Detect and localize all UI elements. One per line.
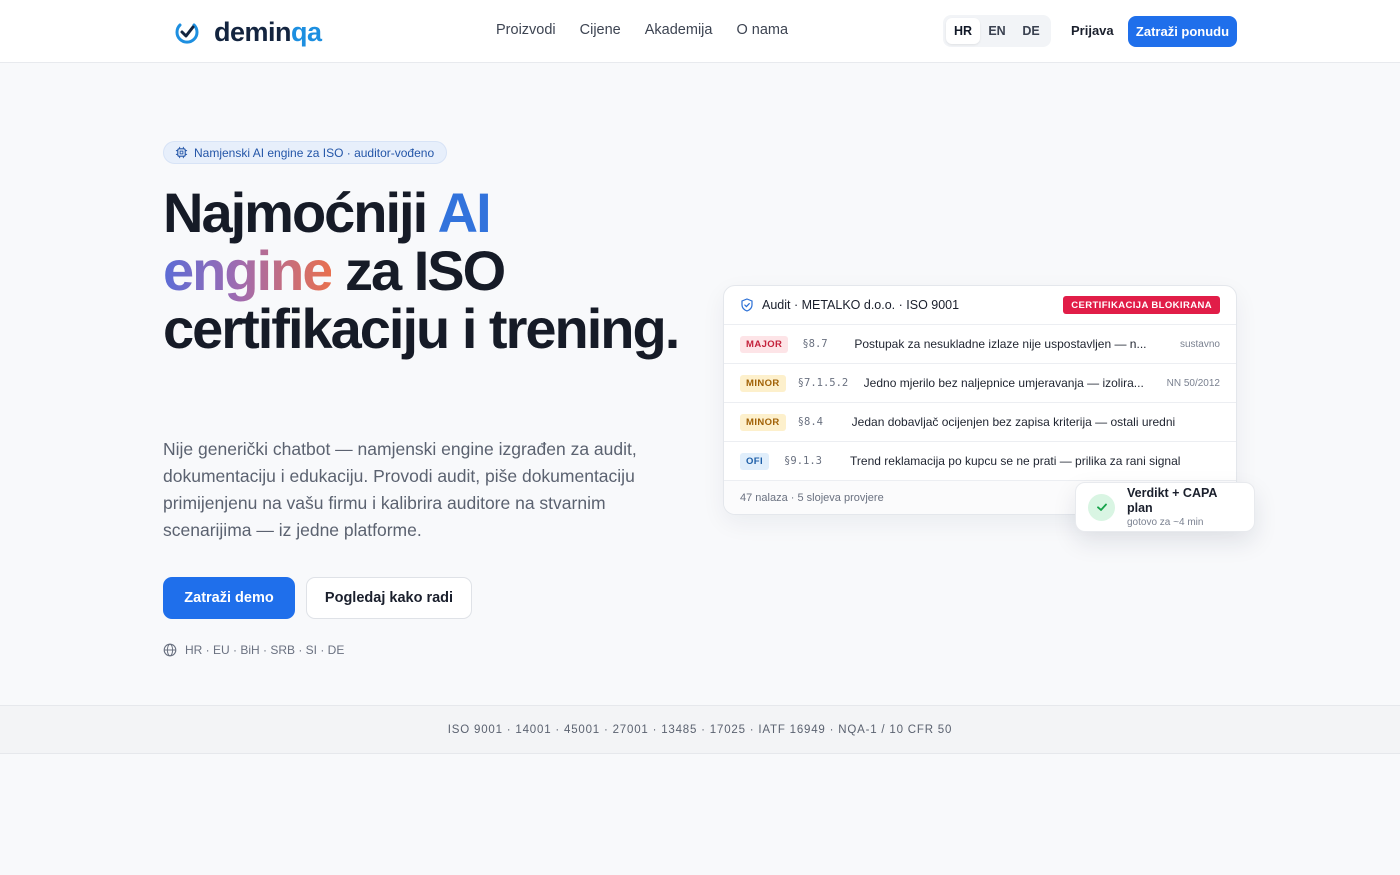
finding-row[interactable]: MINOR §7.1.5.2 Jedno mjerilo bez naljepn…	[724, 364, 1236, 403]
verdict-toast: Verdikt + CAPA plan gotovo za ~4 min	[1075, 482, 1255, 532]
clause-ref: §7.1.5.2	[797, 377, 849, 389]
request-quote-button[interactable]: Zatraži ponudu	[1128, 16, 1237, 47]
check-icon	[1088, 493, 1115, 521]
hero-description: Nije generički chatbot — namjenski engin…	[163, 439, 637, 540]
hero-title: Najmoćniji AI engine za ISO certifikaciju…	[163, 184, 683, 358]
verdict-subtitle: gotovo za ~4 min	[1127, 516, 1204, 528]
verdict-title: Verdikt + CAPA plan	[1127, 485, 1217, 515]
lang-de[interactable]: DE	[1014, 18, 1048, 44]
severity-badge: OFI	[740, 452, 770, 470]
chip-icon	[175, 146, 188, 159]
finding-text: Jedan dobavljač ocijenjen bez zapisa kri…	[851, 415, 1176, 429]
severity-badge: MINOR	[740, 374, 786, 392]
nav-item-proizvodi[interactable]: Proizvodi	[496, 22, 556, 38]
regions-list: HR · EU · BiH · SRB · SI · DE	[163, 643, 344, 657]
shield-icon	[741, 298, 753, 312]
hero-title-engine: engine	[163, 239, 333, 302]
audit-card-title: Audit · METALKO d.o.o. · ISO 9001	[762, 298, 960, 312]
logo-check-icon	[175, 23, 199, 44]
audit-card-header: Audit · METALKO d.o.o. · ISO 9001 CERTIF…	[724, 286, 1236, 325]
site-header: deminqa Proizvodi Cijene Akademija O nam…	[0, 0, 1400, 63]
audit-card: Audit · METALKO d.o.o. · ISO 9001 CERTIF…	[723, 285, 1237, 515]
nav-item-o-nama[interactable]: O nama	[736, 22, 788, 38]
hero-badge: Namjenski AI engine za ISO · auditor-vođ…	[163, 141, 448, 164]
status-badge: CERTIFIKACIJA BLOKIRANA	[1063, 296, 1220, 314]
request-demo-button[interactable]: Zatraži demo	[163, 577, 295, 619]
how-it-works-button[interactable]: Pogledaj kako radi	[306, 577, 472, 619]
main-nav: Proizvodi Cijene Akademija O nama	[496, 22, 788, 38]
logo-text: deminqa	[214, 17, 322, 47]
clause-ref: §9.1.3	[784, 455, 822, 467]
severity-badge: MAJOR	[740, 335, 789, 353]
nav-item-akademija[interactable]: Akademija	[645, 22, 713, 38]
nav-item-cijene[interactable]: Cijene	[580, 22, 621, 38]
globe-icon	[163, 643, 177, 657]
standards-strip: ISO 9001 · 14001 · 45001 · 27001 · 13485…	[0, 705, 1400, 754]
finding-text: Trend reklamacija po kupcu se ne prati —…	[850, 454, 1181, 468]
finding-text: Jedno mjerilo bez naljepnice umjeravanja…	[863, 376, 1144, 390]
language-switcher: HR EN DE	[943, 15, 1051, 47]
lang-en[interactable]: EN	[980, 18, 1014, 44]
finding-tag: NN 50/2012	[1166, 377, 1220, 389]
logo[interactable]: deminqa	[174, 17, 322, 47]
finding-row[interactable]: MAJOR §8.7 Postupak za nesukladne izlaze…	[724, 325, 1236, 364]
lang-hr[interactable]: HR	[946, 18, 980, 44]
hero-title-ai: AI	[437, 181, 492, 244]
regions-text: HR · EU · BiH · SRB · SI · DE	[185, 643, 345, 657]
severity-badge: MINOR	[740, 413, 786, 431]
clause-ref: §8.4	[797, 416, 823, 428]
clause-ref: §8.7	[802, 338, 828, 350]
finding-row[interactable]: OFI §9.1.3 Trend reklamacija po kupcu se…	[724, 442, 1236, 481]
finding-row[interactable]: MINOR §8.4 Jedan dobavljač ocijenjen bez…	[724, 403, 1236, 442]
hero-title-part1: Najmoćniji	[163, 181, 438, 244]
hero-badge-text: Namjenski AI engine za ISO · auditor-vođ…	[194, 145, 435, 160]
login-link[interactable]: Prijava	[1071, 23, 1114, 38]
finding-text: Postupak za nesukladne izlaze nije uspos…	[854, 337, 1147, 351]
finding-tag: sustavno	[1179, 338, 1220, 350]
